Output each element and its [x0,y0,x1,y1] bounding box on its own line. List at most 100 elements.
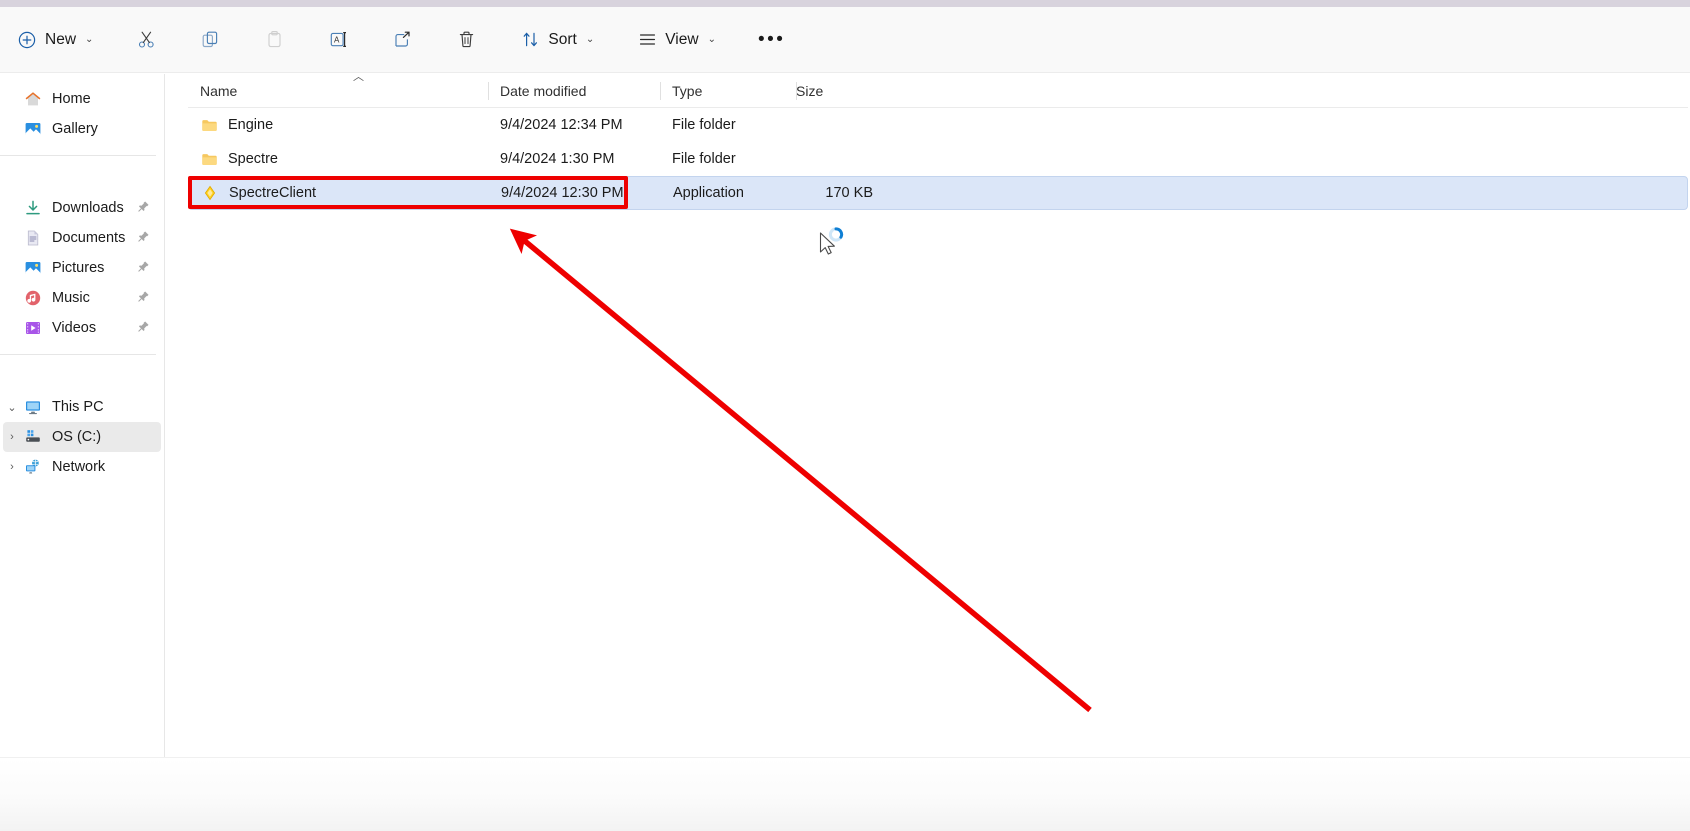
view-icon [636,29,658,51]
sort-button[interactable]: Sort ⌄ [509,22,604,58]
application-icon [201,184,219,202]
file-date-cell: 9/4/2024 12:34 PM [500,117,623,133]
sidebar-item-documents[interactable]: Documents [3,223,161,253]
file-list-pane: Name ︿ Date modified Type Size Engine 9/… [166,71,1690,757]
file-date-cell: 9/4/2024 1:30 PM [500,151,615,167]
view-button[interactable]: View ⌄ [626,22,726,58]
chevron-right-icon[interactable]: › [5,461,19,473]
sidebar-item-os-c[interactable]: › OS (C:) [3,422,161,452]
table-row[interactable]: Spectre 9/4/2024 1:30 PM File folder [188,142,1688,176]
sidebar-item-label: Music [52,290,90,306]
sidebar-divider [0,155,156,156]
file-name-cell: SpectreClient [189,184,489,202]
network-icon [23,457,43,477]
chevron-down-icon[interactable]: ⌄ [5,401,19,414]
sidebar-item-label: Network [52,459,106,475]
delete-button[interactable] [445,22,487,58]
copy-button[interactable] [189,22,231,58]
sidebar-item-music[interactable]: Music [3,283,161,313]
column-header-label: Size [796,82,824,99]
sidebar-item-downloads[interactable]: Downloads [3,193,161,223]
rename-icon: A [327,29,349,51]
status-bar [0,757,1690,831]
file-name-cell: Spectre [188,150,488,168]
file-type-cell: Application [673,185,744,201]
column-header-label: Type [672,82,703,99]
column-headers: Name ︿ Date modified Type Size [188,71,1688,108]
file-explorer-window: New ⌄ A Sort ⌄ View ⌄ ••• Home Gallery D… [0,0,1690,831]
chevron-down-icon: ⌄ [585,34,595,45]
file-type-cell: File folder [672,151,736,167]
folder-icon [200,116,218,134]
sidebar-item-label: OS (C:) [52,429,102,445]
chevron-down-icon: ⌄ [707,34,716,45]
svg-text:A: A [334,36,340,45]
sidebar-item-this-pc[interactable]: ⌄ This PC [3,392,161,422]
paste-icon [263,29,285,51]
navigation-pane: Home Gallery Downloads Documents Picture… [0,74,165,757]
sidebar-item-label: This PC [52,399,104,415]
cut-button[interactable] [125,22,167,58]
file-rows: Engine 9/4/2024 12:34 PM File folder Spe… [188,108,1688,210]
column-header-label: Name [200,82,238,99]
sidebar-item-label: Home [52,91,91,107]
music-icon [23,288,43,308]
file-type-cell: File folder [672,117,736,133]
plus-circle-icon [16,29,38,51]
paste-button[interactable] [253,22,295,58]
picture-icon [23,258,43,278]
column-header-type[interactable]: Type [660,74,796,108]
scissors-icon [135,29,157,51]
pin-icon[interactable] [137,260,151,277]
file-size-cell: 170 KB [825,185,873,201]
sidebar-item-label: Documents [52,230,126,246]
trash-icon [455,29,477,51]
pin-icon[interactable] [137,320,151,337]
column-header-size[interactable]: Size [796,74,886,108]
video-icon [23,318,43,338]
view-button-label: View [665,30,699,48]
this-pc-icon [23,397,43,417]
pin-icon[interactable] [137,230,151,247]
sidebar-item-home[interactable]: Home [3,84,161,114]
table-row-selected[interactable]: SpectreClient 9/4/2024 12:30 PM Applicat… [188,176,1688,210]
column-header-label: Date modified [500,82,587,99]
sidebar-item-network[interactable]: › Network [3,452,161,482]
download-icon [23,198,43,218]
sort-icon [519,29,541,51]
folder-icon [200,150,218,168]
sort-button-label: Sort [548,30,577,48]
sidebar-item-label: Pictures [52,260,105,276]
sidebar-item-label: Downloads [52,200,124,216]
file-name-label: Spectre [228,151,278,167]
document-icon [23,228,43,248]
rename-button[interactable]: A [317,22,359,58]
see-more-button[interactable]: ••• [748,22,795,58]
column-header-name[interactable]: Name ︿ [188,71,488,108]
chevron-down-icon: ⌄ [85,34,94,45]
file-name-label: Engine [228,117,274,133]
drive-icon [23,427,43,447]
home-icon [23,89,43,109]
table-row[interactable]: Engine 9/4/2024 12:34 PM File folder [188,108,1688,142]
ellipsis-icon: ••• [757,28,786,50]
file-date-cell: 9/4/2024 12:30 PM [501,185,624,201]
chevron-right-icon[interactable]: › [5,431,19,443]
pin-icon[interactable] [137,200,151,217]
sidebar-item-gallery[interactable]: Gallery [3,114,161,144]
file-name-label: SpectreClient [229,185,317,201]
share-icon [391,29,413,51]
sort-ascending-icon: ︿ [353,70,364,83]
sidebar-item-label: Videos [52,320,97,336]
sidebar-item-label: Gallery [52,121,98,137]
column-header-date-modified[interactable]: Date modified [488,74,660,108]
pin-icon[interactable] [137,290,151,307]
sidebar-item-videos[interactable]: Videos [3,313,161,343]
gallery-icon [23,119,43,139]
sidebar-item-pictures[interactable]: Pictures [3,253,161,283]
copy-icon [199,29,221,51]
share-button[interactable] [381,22,423,58]
new-button[interactable]: New ⌄ [6,22,103,58]
sidebar-divider [0,354,156,355]
file-name-cell: Engine [188,116,488,134]
